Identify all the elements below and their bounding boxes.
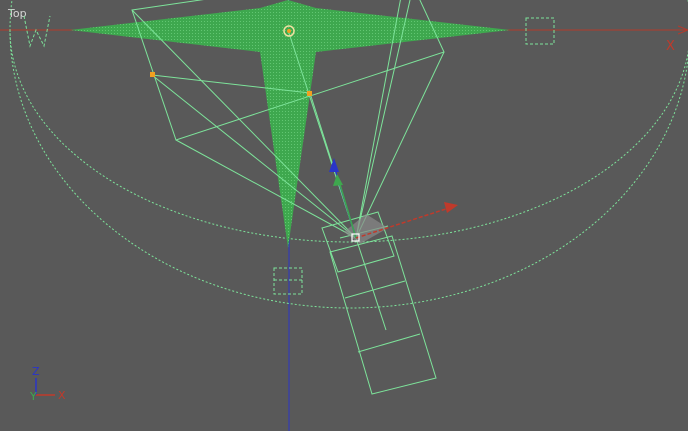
gizmo-z-label: Z: [32, 365, 40, 378]
gizmo-y-label: Y: [29, 390, 37, 403]
camera-body: [321, 211, 437, 395]
frustum-handle-center[interactable]: [307, 91, 312, 96]
gizmo-x-label: X: [58, 389, 66, 402]
left-marker: [23, 15, 51, 48]
orientation-gizmo: Z X Y: [29, 365, 66, 403]
scene-canvas[interactable]: X Z X Y: [0, 0, 688, 431]
right-box: [525, 17, 555, 45]
gizmo-x-arrow-icon[interactable]: [444, 202, 458, 213]
gizmo-y-arrow-icon[interactable]: [333, 174, 343, 186]
frustum-handle-left[interactable]: [150, 72, 155, 77]
light-range-ellipse-inner: [9, 29, 688, 243]
top-viewport[interactable]: Top X Z X Y: [0, 0, 688, 431]
world-x-label: X: [666, 39, 675, 54]
near-box: [273, 267, 303, 295]
